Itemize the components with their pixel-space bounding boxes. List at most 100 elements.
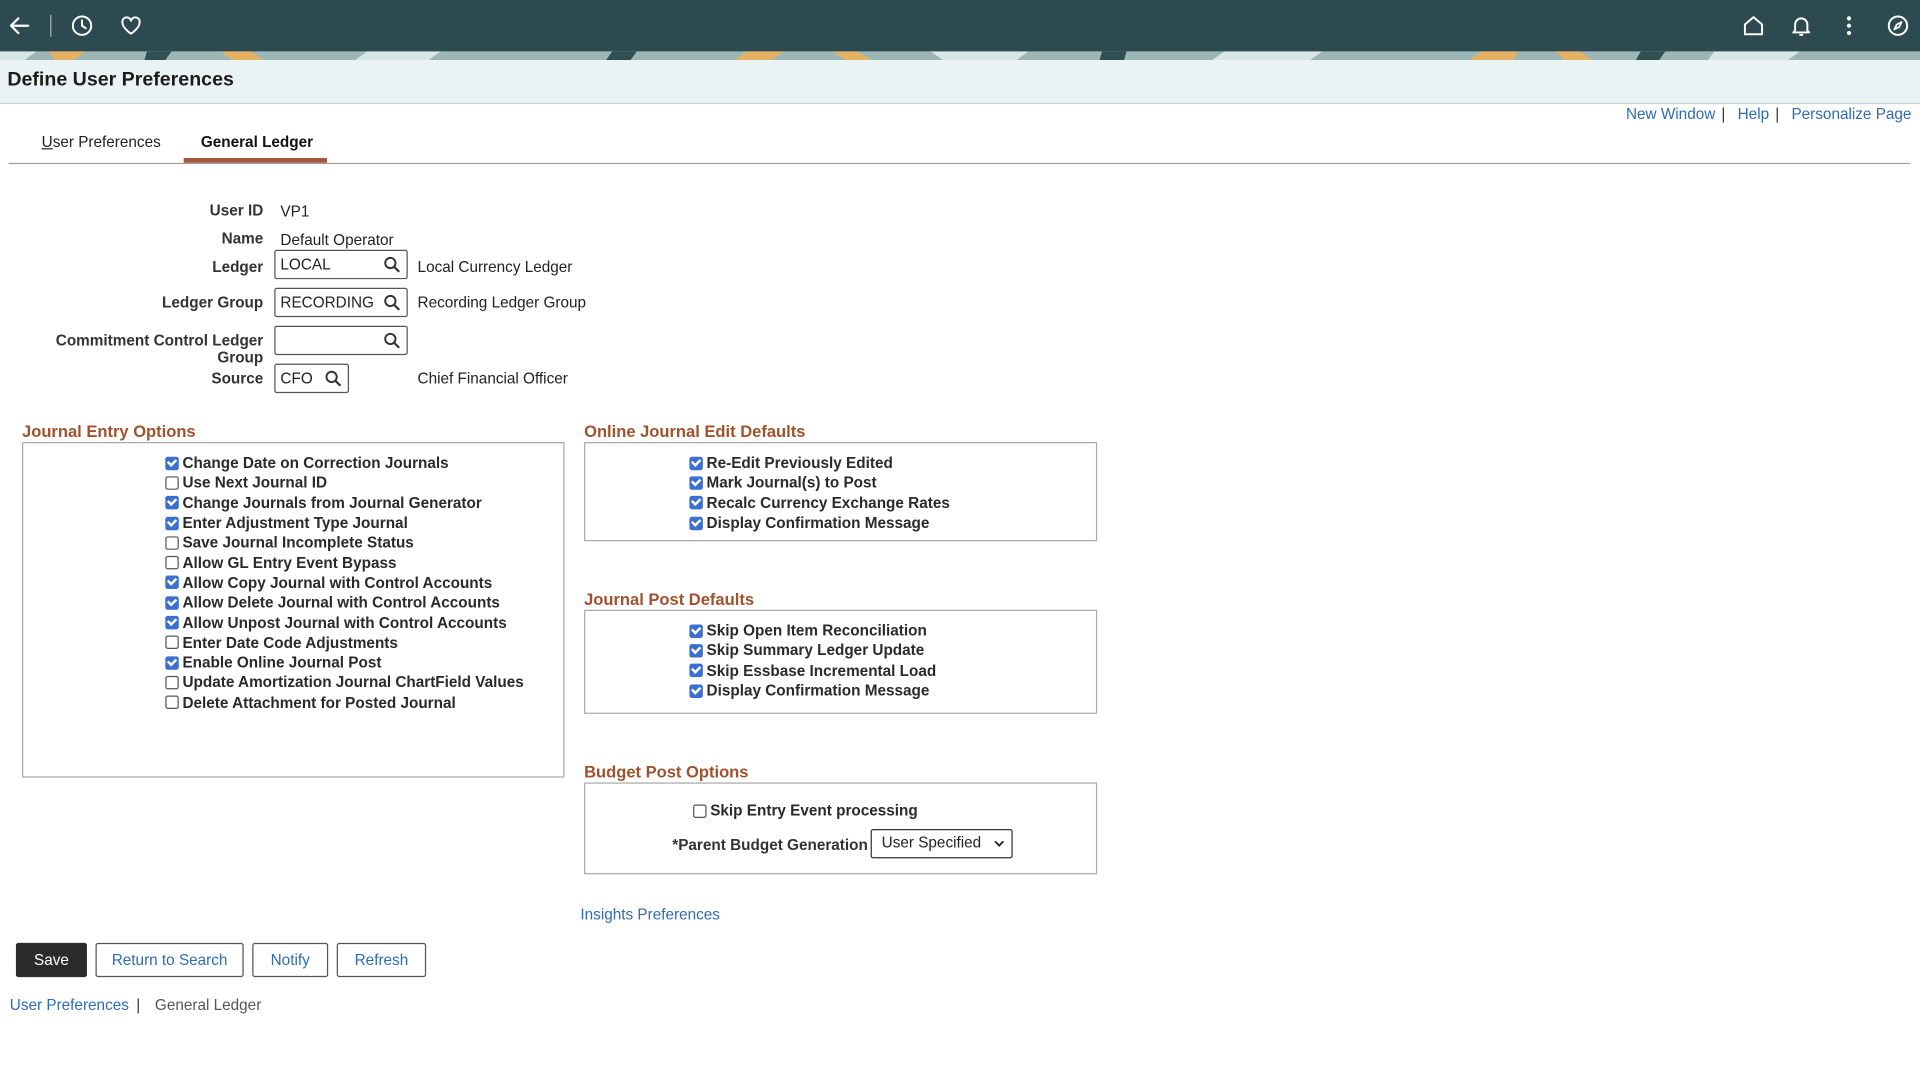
tab-user-preferences[interactable]: User Preferences — [42, 133, 161, 150]
journal-entry-option-checkbox-row[interactable]: Delete Attachment for Posted Journal — [165, 693, 523, 713]
journal-entry-option-checkbox[interactable] — [165, 496, 179, 510]
search-icon[interactable] — [383, 256, 400, 273]
journal-entry-option-checkbox-row[interactable]: Change Journals from Journal Generator — [165, 493, 523, 513]
page-title-bar — [0, 60, 1920, 105]
checkbox-label: Allow GL Entry Event Bypass — [182, 554, 397, 572]
user-id-label: User ID — [209, 202, 264, 220]
select-value: User Specified — [881, 833, 982, 852]
checkbox-label: Allow Unpost Journal with Control Accoun… — [182, 614, 507, 632]
online-edit-default-checkbox[interactable] — [689, 476, 703, 490]
search-icon[interactable] — [383, 332, 400, 349]
source-input[interactable]: CFO — [274, 363, 349, 394]
help-link[interactable]: Help — [1738, 105, 1769, 122]
journal-post-default-checkbox[interactable] — [689, 624, 703, 638]
journal-entry-option-checkbox-row[interactable]: Change Date on Correction Journals — [165, 453, 523, 473]
checkbox-label: Change Journals from Journal Generator — [182, 494, 482, 512]
personalize-page-link[interactable]: Personalize Page — [1791, 105, 1911, 122]
page-title: Define User Preferences — [7, 69, 234, 91]
online-edit-default-checkbox-row[interactable]: Display Confirmation Message — [689, 513, 949, 533]
journal-entry-option-checkbox[interactable] — [165, 695, 179, 710]
online-edit-default-checkbox[interactable] — [689, 516, 703, 530]
journal-entry-option-checkbox-row[interactable]: Allow Delete Journal with Control Accoun… — [165, 593, 523, 613]
journal-entry-option-checkbox-row[interactable]: Enter Date Code Adjustments — [165, 633, 523, 653]
journal-post-default-checkbox-row[interactable]: Display Confirmation Message — [689, 681, 936, 701]
online-edit-defaults-title: Online Journal Edit Defaults — [584, 422, 806, 441]
insights-preferences-link[interactable]: Insights Preferences — [580, 906, 720, 923]
checkbox-label: Recalc Currency Exchange Rates — [706, 494, 950, 512]
journal-entry-option-checkbox[interactable] — [165, 456, 179, 470]
journal-entry-option-checkbox[interactable] — [165, 655, 179, 670]
user-id-value: VP1 — [280, 203, 310, 221]
journal-entry-option-checkbox-row[interactable]: Update Amortization Journal ChartField V… — [165, 673, 524, 693]
parent-budget-generation-select[interactable]: User Specified — [870, 828, 1013, 859]
global-header — [0, 0, 1920, 52]
tab-general-ledger[interactable]: General Ledger — [201, 133, 313, 150]
journal-entry-option-checkbox[interactable] — [165, 556, 179, 570]
checkbox-label: Skip Open Item Reconciliation — [706, 622, 927, 640]
journal-entry-option-checkbox-row[interactable]: Allow Copy Journal with Control Accounts — [165, 573, 523, 593]
journal-entry-option-checkbox-row[interactable]: Enable Online Journal Post — [165, 653, 523, 673]
back-arrow-icon[interactable] — [4, 10, 36, 42]
compass-icon[interactable] — [1882, 10, 1914, 42]
commitment-control-input[interactable] — [274, 325, 408, 356]
journal-post-default-checkbox[interactable] — [689, 683, 703, 698]
search-icon[interactable] — [383, 294, 400, 311]
refresh-button[interactable]: Refresh — [336, 942, 427, 978]
journal-post-default-checkbox[interactable] — [689, 644, 703, 658]
save-button[interactable]: Save — [15, 942, 87, 978]
ledger-input[interactable]: LOCAL — [274, 249, 408, 280]
journal-entry-option-checkbox-row[interactable]: Allow GL Entry Event Bypass — [165, 553, 523, 573]
ledger-description: Local Currency Ledger — [417, 258, 573, 276]
ledger-group-description: Recording Ledger Group — [417, 293, 587, 312]
skip-entry-event-checkbox-row[interactable]: Skip Entry Event processing — [693, 801, 918, 821]
journal-post-default-checkbox-row[interactable]: Skip Open Item Reconciliation — [689, 621, 936, 641]
search-icon[interactable] — [324, 370, 341, 387]
notify-button[interactable]: Notify — [252, 942, 329, 978]
journal-entry-option-checkbox[interactable] — [165, 615, 179, 630]
journal-entry-option-checkbox[interactable] — [165, 476, 179, 490]
online-edit-default-checkbox[interactable] — [689, 456, 703, 470]
journal-entry-option-checkbox-row[interactable]: Enter Adjustment Type Journal — [165, 513, 523, 533]
journal-entry-option-checkbox[interactable] — [165, 576, 179, 590]
journal-entry-option-checkbox[interactable] — [165, 675, 179, 690]
budget-post-options-box: Skip Entry Event processing *Parent Budg… — [584, 782, 1098, 875]
new-window-link[interactable]: New Window — [1626, 105, 1715, 122]
home-icon[interactable] — [1738, 10, 1770, 42]
link-separator: | — [136, 996, 141, 1014]
bottom-link-user-preferences[interactable]: User Preferences — [10, 997, 129, 1014]
ledger-label: Ledger — [212, 258, 264, 276]
ledger-group-input[interactable]: RECORDING — [274, 287, 408, 318]
journal-entry-option-checkbox-row[interactable]: Use Next Journal ID — [165, 473, 523, 493]
journal-post-default-checkbox-row[interactable]: Skip Essbase Incremental Load — [689, 661, 936, 681]
journal-post-default-checkbox-row[interactable]: Skip Summary Ledger Update — [689, 641, 936, 661]
checkbox-label: Save Journal Incomplete Status — [182, 534, 414, 552]
online-edit-default-checkbox-row[interactable]: Recalc Currency Exchange Rates — [689, 493, 950, 513]
bottom-current-general-ledger: General Ledger — [154, 996, 262, 1014]
tab-label: ser Preferences — [52, 133, 161, 151]
bell-icon[interactable] — [1785, 10, 1817, 42]
checkbox-label: Skip Essbase Incremental Load — [706, 662, 937, 680]
journal-entry-option-checkbox-row[interactable]: Save Journal Incomplete Status — [165, 533, 523, 553]
journal-post-default-checkbox[interactable] — [689, 663, 703, 678]
journal-entry-option-checkbox[interactable] — [165, 595, 179, 610]
online-edit-default-checkbox-row[interactable]: Mark Journal(s) to Post — [689, 473, 949, 493]
history-icon[interactable] — [66, 10, 98, 42]
link-separator: | — [1775, 105, 1780, 123]
heart-icon[interactable] — [115, 10, 147, 42]
online-edit-default-checkbox[interactable] — [689, 496, 703, 510]
checkbox-label: Skip Entry Event processing — [710, 802, 918, 820]
checkbox-label: Allow Delete Journal with Control Accoun… — [182, 594, 500, 612]
kebab-icon[interactable] — [1833, 10, 1865, 42]
journal-entry-option-checkbox-row[interactable]: Allow Unpost Journal with Control Accoun… — [165, 613, 523, 633]
header-banner — [0, 51, 1920, 61]
skip-entry-event-checkbox[interactable] — [693, 804, 707, 818]
tab-divider — [8, 162, 1911, 165]
tab-access-key: U — [41, 133, 53, 151]
checkbox-label: Enter Adjustment Type Journal — [182, 514, 408, 532]
journal-entry-options-box: Change Date on Correction Journals Use Ne… — [22, 442, 565, 778]
journal-entry-option-checkbox[interactable] — [165, 635, 179, 650]
journal-entry-option-checkbox[interactable] — [165, 536, 179, 550]
online-edit-default-checkbox-row[interactable]: Re-Edit Previously Edited — [689, 453, 949, 473]
return-to-search-button[interactable]: Return to Search — [95, 942, 244, 978]
journal-entry-option-checkbox[interactable] — [165, 516, 179, 530]
